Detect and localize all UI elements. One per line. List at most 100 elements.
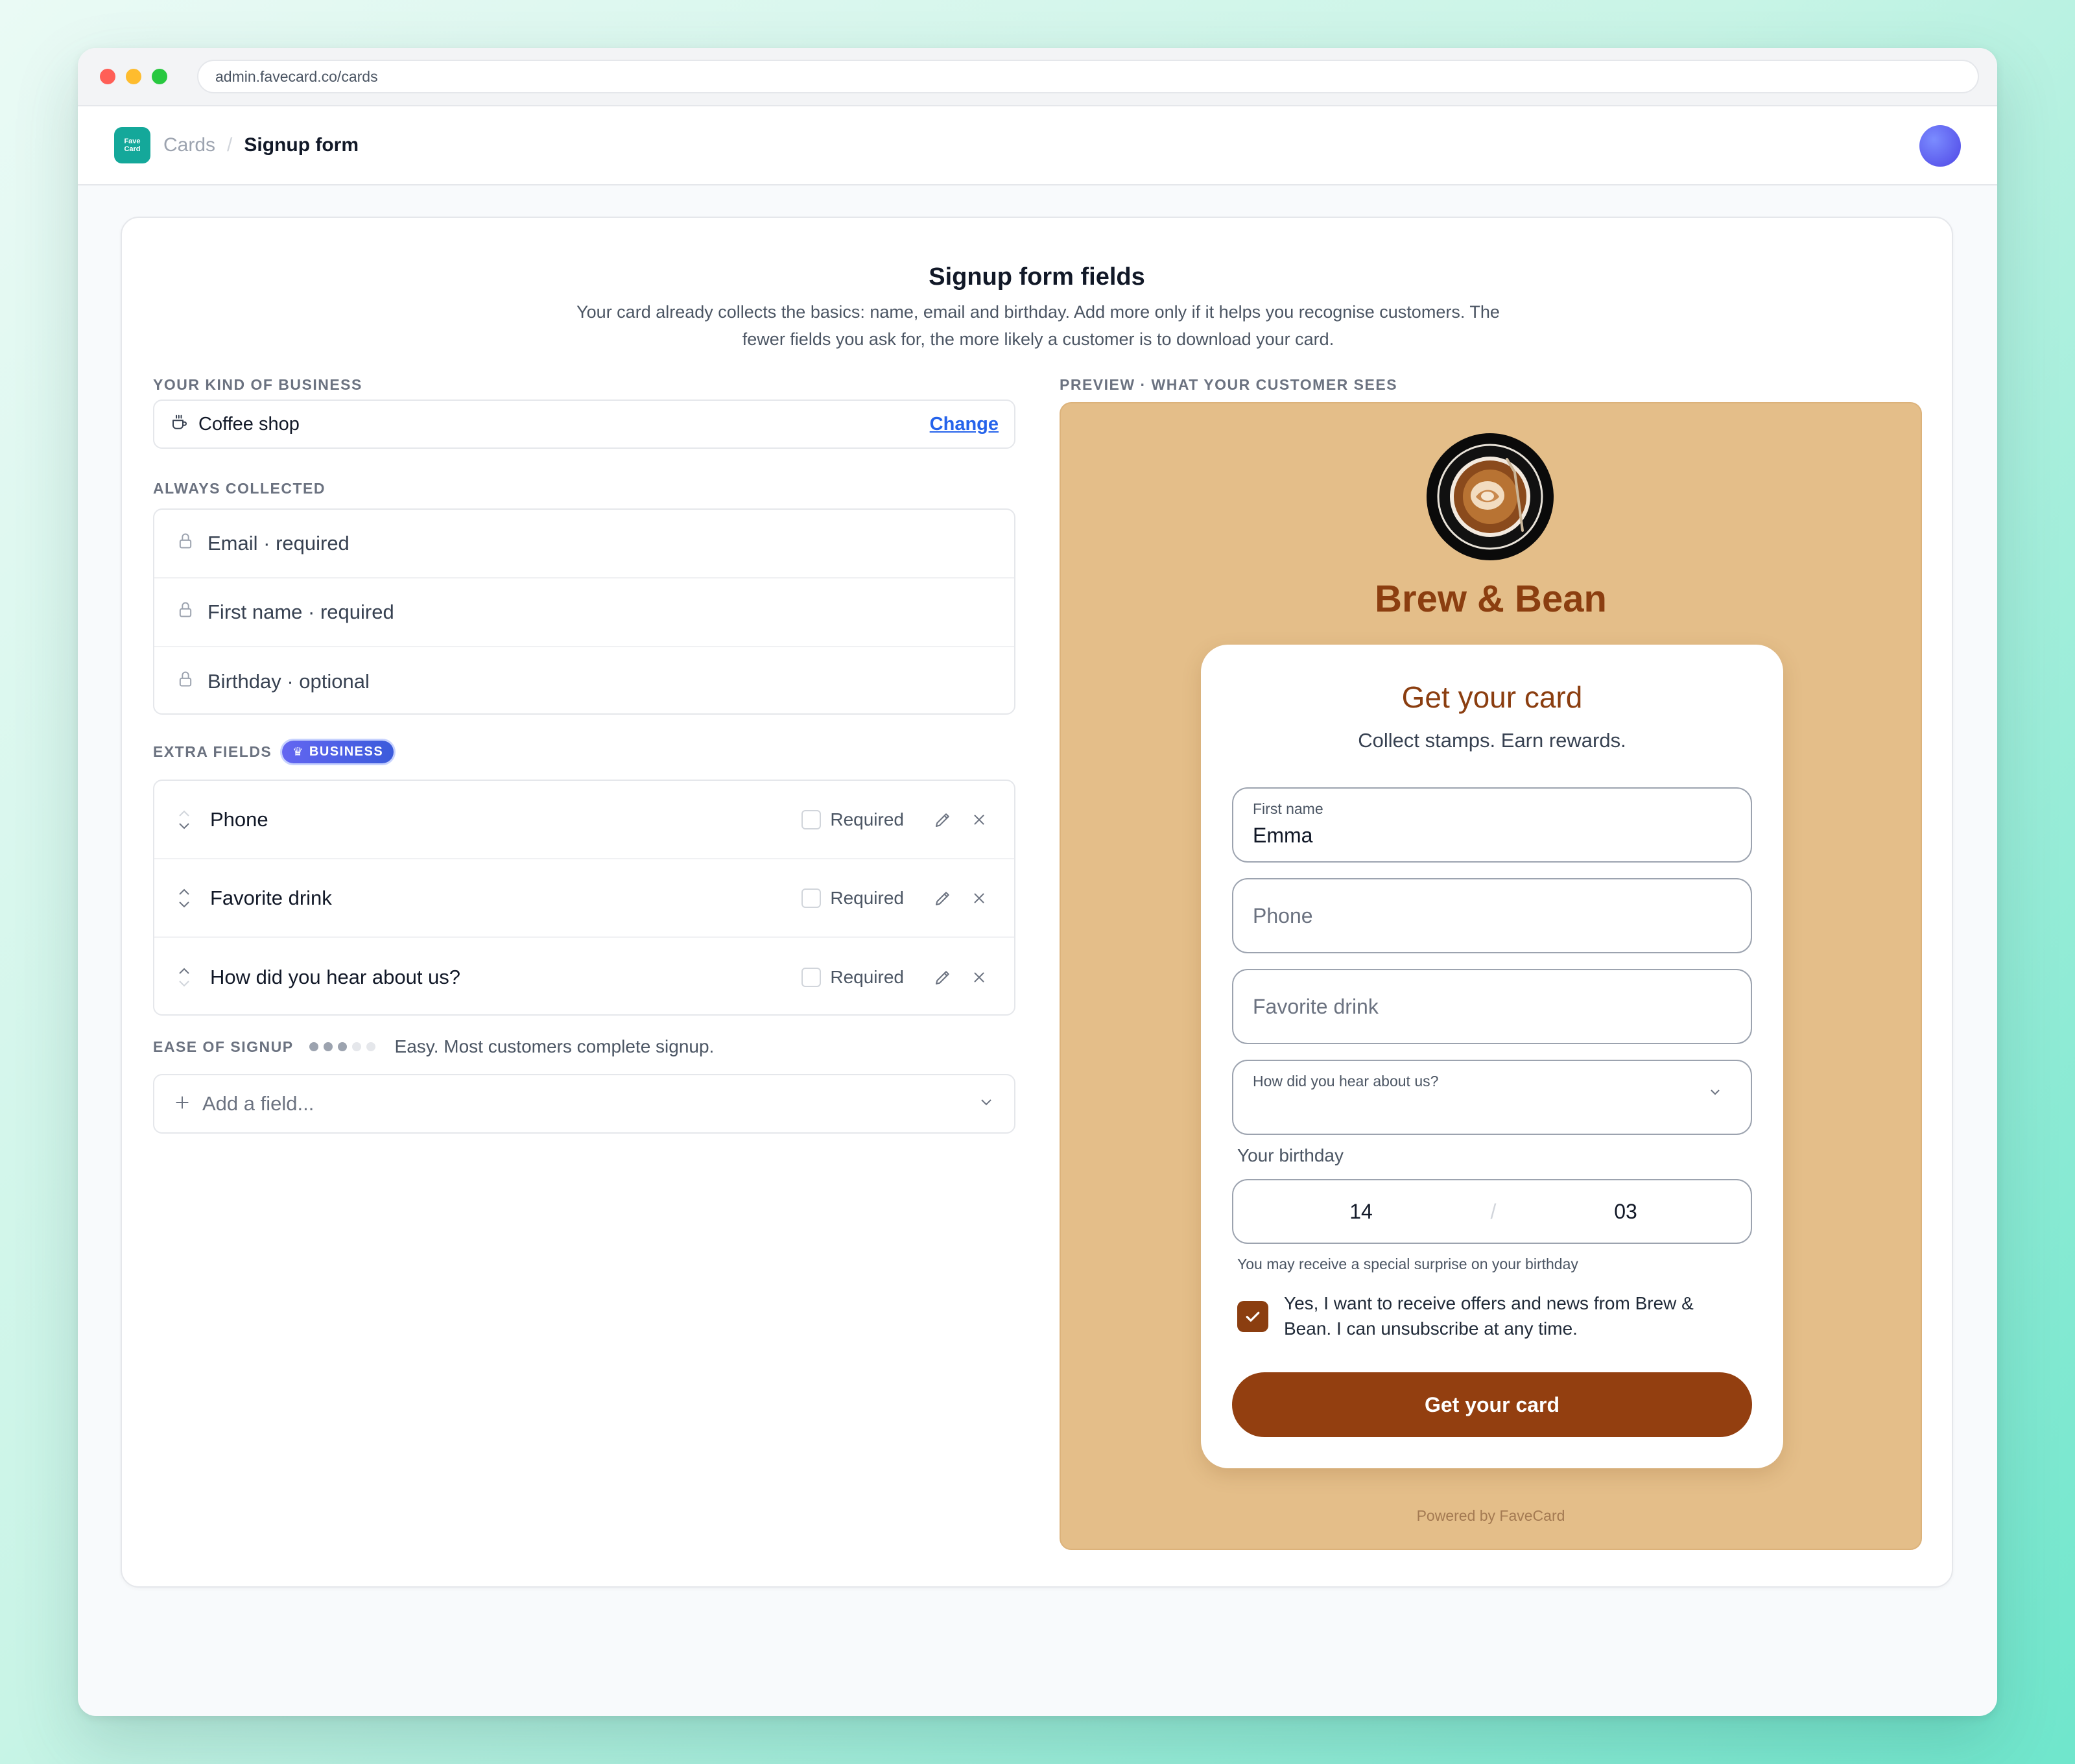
close-icon[interactable] xyxy=(966,807,992,833)
close-window-button[interactable] xyxy=(100,69,115,84)
chevron-down-icon xyxy=(978,1097,995,1112)
breadcrumb-current: Signup form xyxy=(244,134,359,156)
add-field-placeholder: Add a field... xyxy=(202,1092,314,1115)
reorder-handle[interactable] xyxy=(176,966,192,988)
ease-label: EASE OF SIGNUP xyxy=(153,1038,294,1055)
ease-meter-dot xyxy=(309,1042,318,1051)
first-name-label: First name xyxy=(1253,800,1323,817)
close-icon[interactable] xyxy=(966,964,992,990)
add-field-select[interactable]: Add a field... xyxy=(153,1074,1015,1134)
crown-icon: ♛ xyxy=(292,745,304,758)
signup-form-card: Get your card Collect stamps. Earn rewar… xyxy=(1201,645,1783,1468)
phone-field[interactable]: Phone xyxy=(1232,878,1752,953)
list-item: How did you hear about us? Required xyxy=(154,938,1014,1016)
customer-preview: Brew & Bean Get your card Collect stamps… xyxy=(1060,402,1922,1550)
get-your-card-button[interactable]: Get your card xyxy=(1232,1372,1752,1437)
pencil-icon[interactable] xyxy=(930,885,956,911)
phone-placeholder: Phone xyxy=(1253,903,1313,927)
always-field-birthday: Birthday · optional xyxy=(208,670,370,693)
badge-label: BUSINESS xyxy=(309,745,384,759)
ease-meter xyxy=(309,1042,381,1051)
minimize-window-button[interactable] xyxy=(126,69,141,84)
extra-field-name: Favorite drink xyxy=(210,886,332,909)
chevron-down-icon xyxy=(179,901,189,907)
pencil-icon[interactable] xyxy=(930,964,956,990)
required-toggle[interactable]: Required xyxy=(801,809,919,830)
extra-fields-list: Phone Required Favorite drink Required H… xyxy=(153,780,1015,1016)
chevron-down-icon xyxy=(179,980,189,986)
ease-meter-dot xyxy=(351,1042,361,1051)
pencil-icon[interactable] xyxy=(930,807,956,833)
list-item: Email · required xyxy=(154,510,1014,578)
form-subtitle: Collect stamps. Earn rewards. xyxy=(1358,729,1626,752)
lock-icon xyxy=(176,531,195,556)
change-business-link[interactable]: Change xyxy=(930,414,999,435)
logo-line-2: Card xyxy=(124,145,141,153)
favecard-logo[interactable]: Fave Card xyxy=(114,127,150,163)
list-item: First name · required xyxy=(154,578,1014,647)
business-plan-badge: ♛ BUSINESS xyxy=(282,741,394,763)
hear-about-us-select[interactable]: How did you hear about us? xyxy=(1232,1060,1752,1135)
required-toggle[interactable]: Required xyxy=(801,888,919,909)
business-type-value: Coffee shop xyxy=(198,413,300,435)
page-title: Signup form fields xyxy=(929,263,1145,291)
extra-fields-label: EXTRA FIELDS xyxy=(153,743,272,760)
required-toggle[interactable]: Required xyxy=(801,967,919,988)
first-name-field[interactable]: First name Emma xyxy=(1232,787,1752,863)
birthday-month-input[interactable]: 03 xyxy=(1498,1180,1753,1243)
list-item: Favorite drink Required xyxy=(154,859,1014,938)
required-checkbox[interactable] xyxy=(801,967,822,987)
chevron-up-icon xyxy=(179,968,189,974)
extra-field-name: Phone xyxy=(210,807,268,831)
maximize-window-button[interactable] xyxy=(152,69,167,84)
signup-form-panel: Signup form fields Your card already col… xyxy=(121,217,1953,1588)
close-icon[interactable] xyxy=(966,885,992,911)
chevron-down-icon xyxy=(179,822,189,829)
always-collected-list: Email · required First name · required B… xyxy=(153,508,1015,715)
coffee-cup-icon xyxy=(170,413,189,436)
breadcrumb-separator: / xyxy=(227,134,233,156)
reorder-handle[interactable] xyxy=(176,887,192,909)
brand-logo xyxy=(1427,433,1554,560)
birthday-day-input[interactable]: 14 xyxy=(1233,1180,1489,1243)
ease-meter-dot xyxy=(337,1042,347,1051)
birthday-separator: / xyxy=(1490,1199,1497,1223)
required-checkbox[interactable] xyxy=(801,809,822,829)
form-title: Get your card xyxy=(1401,680,1583,714)
extra-field-name: How did you hear about us? xyxy=(210,965,461,988)
business-type-label: YOUR KIND OF BUSINESS xyxy=(153,376,362,393)
chevron-down-icon xyxy=(1708,1088,1722,1101)
app-header: Fave Card Cards / Signup form xyxy=(78,106,1997,185)
required-label: Required xyxy=(830,966,904,987)
first-name-value: Emma xyxy=(1253,824,1313,847)
chevron-up-icon xyxy=(179,810,189,816)
preview-label: PREVIEW · WHAT YOUR CUSTOMER SEES xyxy=(1060,376,1398,393)
ease-of-signup: EASE OF SIGNUP Easy. Most customers comp… xyxy=(153,1036,714,1057)
logo-line-1: Fave xyxy=(124,137,141,145)
reorder-handle[interactable] xyxy=(176,809,192,831)
list-item: Phone Required xyxy=(154,781,1014,859)
favorite-drink-field[interactable]: Favorite drink xyxy=(1232,969,1752,1044)
chevron-up-icon xyxy=(179,888,189,895)
plus-icon xyxy=(174,1094,191,1114)
hear-about-us-label: How did you hear about us? xyxy=(1253,1073,1439,1090)
business-type-field: Coffee shop Change xyxy=(153,399,1015,449)
ease-text: Easy. Most customers complete signup. xyxy=(394,1036,715,1056)
birthday-label: Your birthday xyxy=(1237,1145,1344,1165)
required-checkbox[interactable] xyxy=(801,888,822,908)
consent-checkbox[interactable] xyxy=(1237,1301,1268,1332)
avatar[interactable] xyxy=(1919,125,1961,167)
consent-text: Yes, I want to receive offers and news f… xyxy=(1284,1293,1694,1339)
extra-fields-header: EXTRA FIELDS ♛ BUSINESS xyxy=(153,741,394,763)
lock-icon xyxy=(176,669,195,694)
breadcrumb-cards[interactable]: Cards xyxy=(163,134,215,156)
lock-icon xyxy=(176,600,195,625)
browser-window: admin.favecard.co/cards Fave Card Cards … xyxy=(78,48,1997,1716)
address-bar[interactable]: admin.favecard.co/cards xyxy=(197,60,1979,93)
required-label: Required xyxy=(830,887,904,908)
always-field-email: Email · required xyxy=(208,532,350,554)
checkmark-icon xyxy=(1246,1311,1260,1322)
browser-chrome: admin.favecard.co/cards xyxy=(78,48,1997,106)
ease-meter-dot xyxy=(366,1042,375,1051)
brand-name: Brew & Bean xyxy=(1375,578,1607,620)
